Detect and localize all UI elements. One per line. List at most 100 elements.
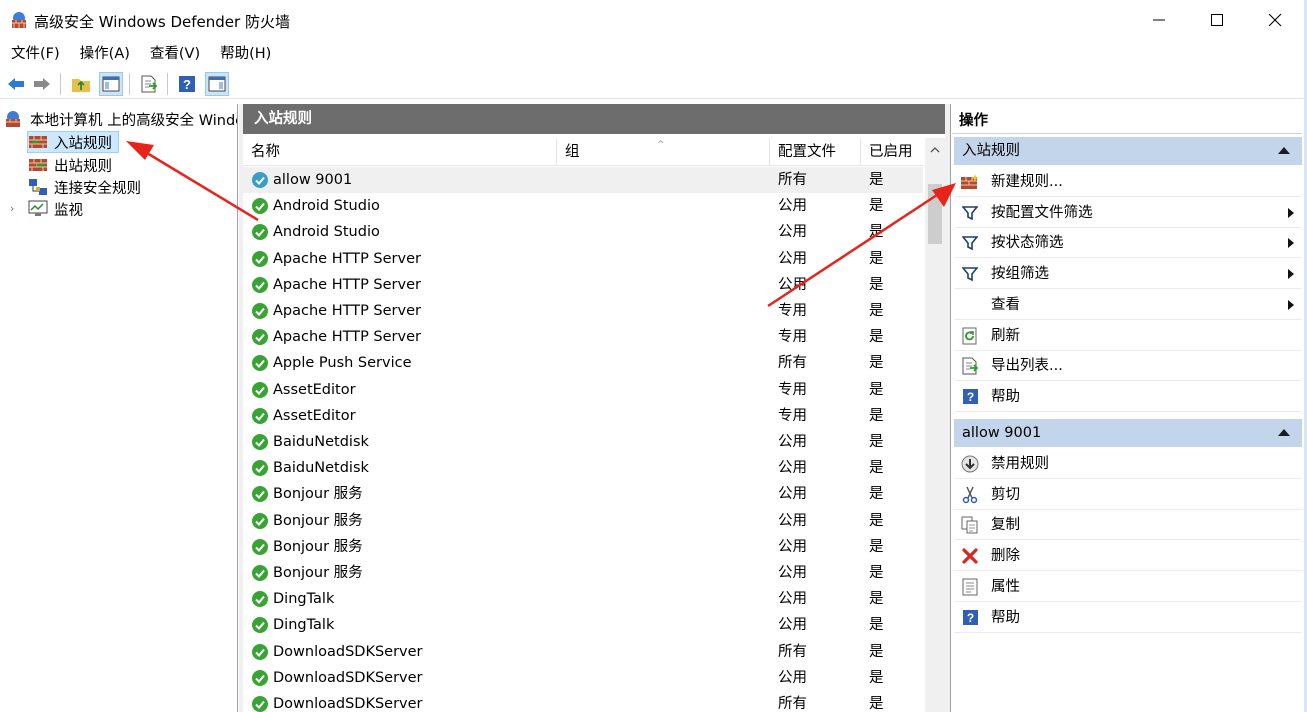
- table-row[interactable]: DownloadSDKServer 公用 是: [243, 665, 923, 691]
- table-row[interactable]: Apache HTTP Server 专用 是: [243, 324, 923, 350]
- action-item[interactable]: ? 帮助: [954, 603, 1302, 633]
- menu-file[interactable]: 文件(F): [0, 42, 69, 66]
- table-row[interactable]: DingTalk 公用 是: [243, 612, 923, 638]
- action-item[interactable]: 按状态筛选: [954, 228, 1302, 259]
- console-tree: 本地计算机 上的高级安全 Windows Defender 防火墙 入站规则 出…: [0, 104, 238, 712]
- collapse-triangle-icon[interactable]: [1278, 147, 1290, 154]
- table-row[interactable]: Apache HTTP Server 公用 是: [243, 246, 923, 272]
- table-row[interactable]: Bonjour 服务 公用 是: [243, 481, 923, 507]
- rule-enabled-icon: [251, 381, 269, 399]
- rule-enabled-icon: [251, 407, 269, 425]
- action-item[interactable]: 禁用规则: [954, 449, 1302, 479]
- submenu-arrow-icon: [1288, 299, 1294, 310]
- table-row[interactable]: DownloadSDKServer 所有 是: [243, 639, 923, 665]
- expand-chevron-icon[interactable]: ›: [10, 202, 14, 215]
- tree-item-inbound-rules[interactable]: 入站规则: [27, 131, 119, 153]
- menu-help[interactable]: 帮助(H): [209, 42, 280, 66]
- action-label: 帮助: [991, 609, 1020, 626]
- action-item[interactable]: 按组筛选: [954, 259, 1302, 290]
- rule-profile: 所有: [778, 355, 807, 372]
- rules-list-pane: 入站规则 名称 组 ^ 配置文件 已启用 allow 9001 所有是 Androi…: [243, 104, 945, 712]
- table-row[interactable]: Apache HTTP Server 专用 是: [243, 298, 923, 324]
- submenu-arrow-icon: [1288, 269, 1294, 280]
- folder-up-icon: [72, 79, 90, 92]
- back-button[interactable]: [4, 72, 28, 96]
- scroll-up-icon[interactable]: [930, 142, 940, 158]
- copy-icon: [960, 516, 980, 534]
- table-row[interactable]: Apple Push Service 所有 是: [243, 350, 923, 376]
- table-row[interactable]: BaiduNetdisk 公用 是: [243, 455, 923, 481]
- tree-item-label: 监视: [54, 202, 83, 219]
- action-item[interactable]: 查看: [954, 290, 1302, 320]
- help-button[interactable]: ?: [175, 72, 199, 96]
- menu-action[interactable]: 操作(A): [69, 42, 139, 66]
- rule-profile: 公用: [778, 276, 807, 293]
- action-label: 禁用规则: [991, 456, 1049, 472]
- rule-profile: 所有: [778, 643, 807, 660]
- rule-enabled: 是: [869, 355, 884, 372]
- submenu-arrow-icon: [1288, 207, 1294, 218]
- minimize-button[interactable]: [1130, 0, 1188, 40]
- table-row[interactable]: Apache HTTP Server 公用 是: [243, 272, 923, 298]
- action-item[interactable]: 导出列表...: [954, 351, 1302, 382]
- rule-enabled: 是: [869, 669, 884, 686]
- action-pane-icon: [208, 76, 226, 92]
- table-row[interactable]: Bonjour 服务 公用 是: [243, 534, 923, 560]
- menu-view[interactable]: 查看(V): [139, 42, 209, 66]
- rule-name: Bonjour 服务: [273, 512, 363, 529]
- show-hide-console-tree-button[interactable]: [99, 72, 123, 96]
- action-item[interactable]: 新建规则...: [954, 167, 1302, 197]
- filter-icon: [960, 204, 980, 222]
- export-list-button[interactable]: [137, 72, 161, 96]
- table-row[interactable]: AssetEditor 专用 是: [243, 377, 923, 403]
- disable-icon: [960, 455, 980, 473]
- table-row[interactable]: AssetEditor 专用 是: [243, 403, 923, 429]
- rule-enabled: 是: [869, 486, 884, 503]
- scrollbar-thumb[interactable]: [928, 184, 942, 244]
- rule-enabled: 是: [869, 224, 884, 241]
- right-splitter[interactable]: [945, 104, 951, 712]
- up-one-level-button[interactable]: [69, 72, 93, 96]
- tree-item-connection-security-rules[interactable]: 连接安全规则: [28, 176, 141, 198]
- actions-section-selected-rule[interactable]: allow 9001: [954, 419, 1302, 447]
- svg-text:?: ?: [966, 390, 973, 404]
- tree-item-monitoring[interactable]: 监视: [28, 198, 83, 220]
- tree-item-outbound-rules[interactable]: 出站规则: [28, 154, 112, 176]
- column-header-profile[interactable]: 配置文件: [770, 138, 861, 166]
- action-item[interactable]: 刷新: [954, 321, 1302, 351]
- show-hide-action-pane-button[interactable]: [205, 72, 229, 96]
- close-button[interactable]: [1246, 0, 1304, 40]
- table-row[interactable]: Bonjour 服务 公用 是: [243, 508, 923, 534]
- action-item[interactable]: 删除: [954, 541, 1302, 572]
- collapse-triangle-icon[interactable]: [1278, 429, 1290, 436]
- table-row[interactable]: DownloadSDKServer 所有 是: [243, 691, 923, 712]
- column-header-enabled[interactable]: 已启用: [861, 138, 923, 166]
- rule-name: Apache HTTP Server: [273, 329, 421, 346]
- forward-button[interactable]: [30, 72, 54, 96]
- action-item[interactable]: 剪切: [954, 480, 1302, 510]
- action-item[interactable]: 属性: [954, 572, 1302, 602]
- svg-text:?: ?: [966, 611, 973, 625]
- table-row[interactable]: allow 9001 所有 是: [243, 167, 923, 193]
- table-row[interactable]: Android Studio 公用 是: [243, 193, 923, 219]
- rule-name: allow 9001: [273, 172, 353, 188]
- toolbar: ?: [0, 69, 1304, 99]
- title-bar[interactable]: 高级安全 Windows Defender 防火墙: [0, 0, 1307, 40]
- section-header-label: allow 9001: [962, 425, 1042, 441]
- rule-enabled: 是: [869, 696, 884, 712]
- table-row[interactable]: Android Studio 公用 是: [243, 219, 923, 245]
- actions-section-inbound-rules[interactable]: 入站规则: [954, 137, 1302, 165]
- action-item[interactable]: ? 帮助: [954, 382, 1302, 412]
- tree-root[interactable]: 本地计算机 上的高级安全 Windows Defender 防火墙: [4, 108, 237, 130]
- table-row[interactable]: DingTalk 公用 是: [243, 586, 923, 612]
- minimize-icon: [1153, 19, 1165, 21]
- column-header-name[interactable]: 名称: [243, 138, 557, 166]
- maximize-button[interactable]: [1188, 0, 1246, 40]
- action-item[interactable]: 按配置文件筛选: [954, 198, 1302, 228]
- action-item[interactable]: 复制: [954, 510, 1302, 541]
- vertical-scrollbar[interactable]: [925, 138, 945, 712]
- table-row[interactable]: Bonjour 服务 公用 是: [243, 560, 923, 586]
- table-row[interactable]: BaiduNetdisk 公用 是: [243, 429, 923, 455]
- rule-profile: 公用: [778, 486, 807, 503]
- outbound-rules-icon: [28, 156, 48, 174]
